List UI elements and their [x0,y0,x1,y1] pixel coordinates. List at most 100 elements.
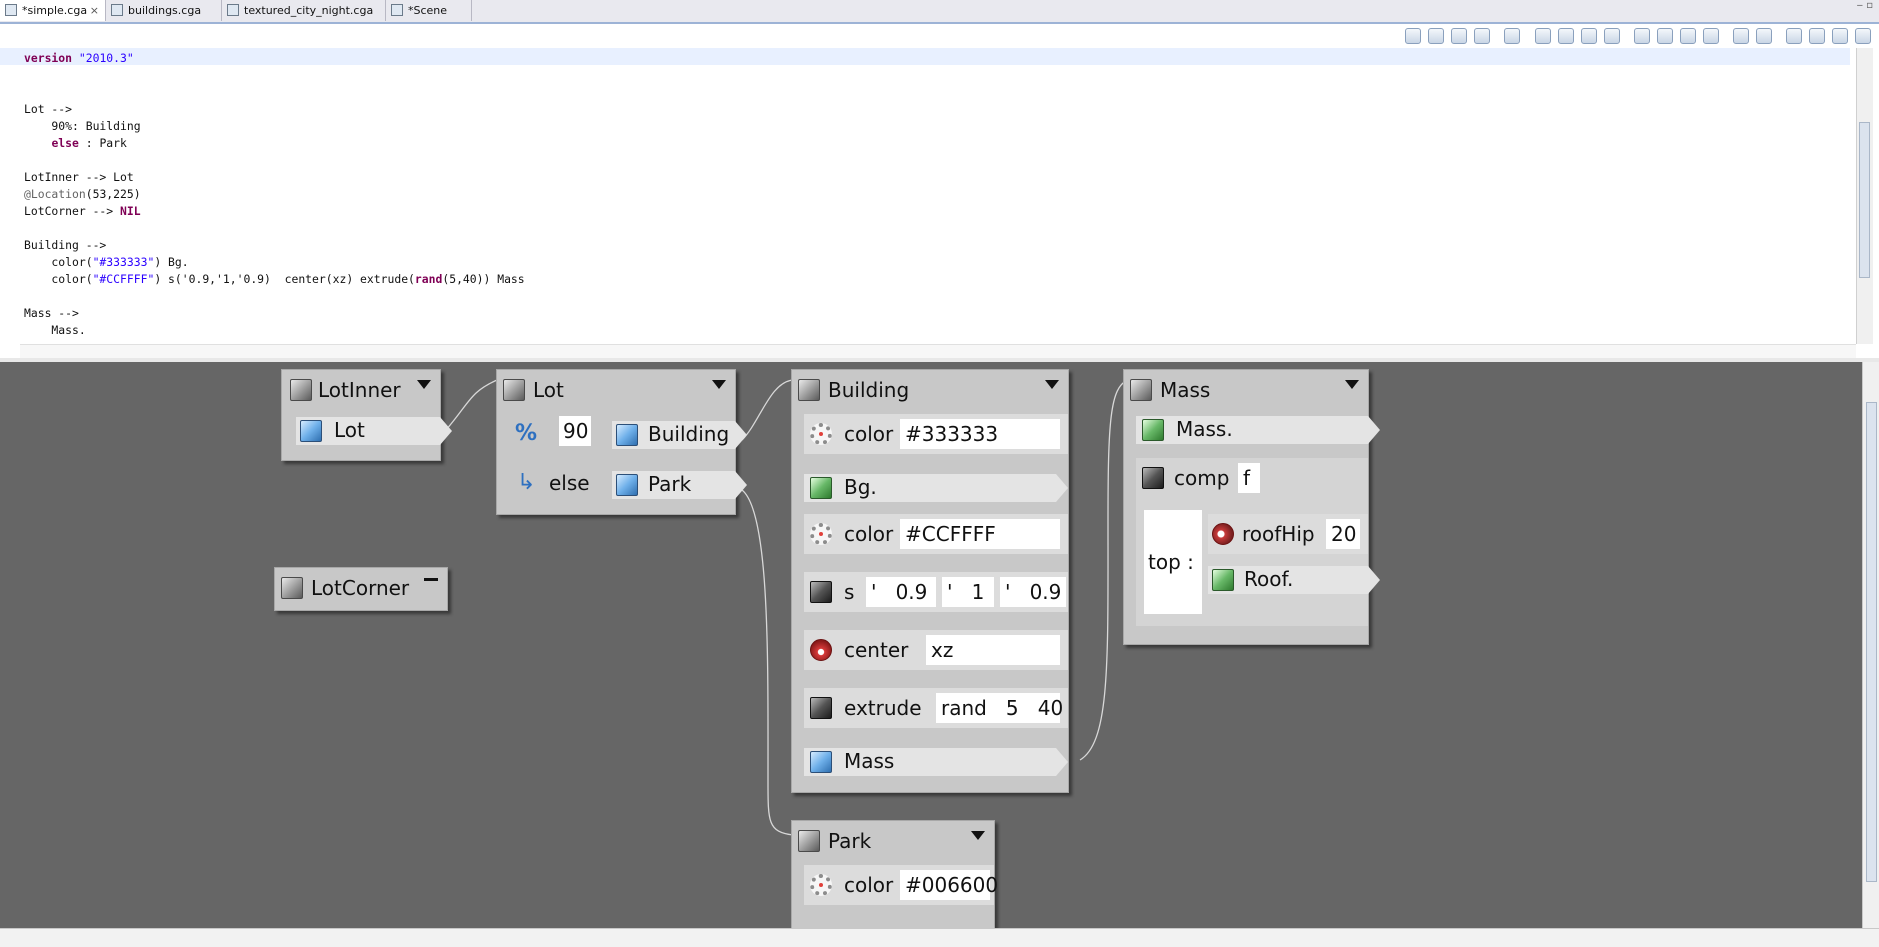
rule-graph-canvas[interactable]: LotInner Lot LotCorner Lot % 90 Building… [0,362,1862,928]
arrange-icon[interactable] [1634,28,1650,44]
operation-color-row[interactable]: color #333333 [804,414,1068,454]
color-gear-icon [810,523,832,545]
rule-node-lotcorner[interactable]: LotCorner [274,567,448,611]
scale-y-field[interactable]: ' 1 [942,577,994,607]
center-value-field[interactable]: xz [926,635,1060,665]
node-header[interactable]: Lot [497,370,735,410]
comp-operation-block[interactable]: comp f top : roofHip 20 Roof. [1136,458,1380,626]
successor-row[interactable]: Lot [296,417,452,445]
rule-node-building[interactable]: Building color #333333 Bg. color #CCFFFF… [791,369,1069,793]
outline-collapse-icon[interactable] [1451,28,1467,44]
color-value-field[interactable]: #006600 [900,870,998,900]
node-header[interactable]: Mass [1124,370,1368,410]
search-icon[interactable] [1604,28,1620,44]
operation-color-row[interactable]: color #CCFFFF [804,514,1068,554]
cga-file-icon [111,4,123,16]
operation-roofhip-row[interactable]: roofHip 20 [1208,514,1368,554]
wire-lotinner-lot [445,379,498,431]
canvas-vertical-scrollbar[interactable] [1862,362,1879,928]
scale-x-field[interactable]: ' 0.9 [866,577,936,607]
window-controls[interactable]: ‒ ▫ [1857,0,1873,11]
operation-center-row[interactable]: center xz [804,630,1068,670]
collapse-icon[interactable] [424,578,438,581]
rule-cube-icon [1142,419,1164,441]
rule-node-lot[interactable]: Lot % 90 Building ↳ else Park [496,369,747,515]
percent-value-field[interactable]: 90 [559,416,591,446]
rule-delete-icon[interactable] [1535,28,1551,44]
successor-roof-row[interactable]: Roof. [1208,566,1380,594]
tab-scene[interactable]: *Scene [386,0,472,21]
rule-node-mass[interactable]: Mass Mass. comp f top : roofHip 20 Roof. [1123,369,1380,645]
editor-horizontal-scrollbar[interactable] [20,344,1856,359]
successor-mass-row[interactable]: Mass. [1136,416,1380,444]
roofhip-value-field[interactable]: 20 [1326,519,1360,549]
operation-label: color [844,873,894,897]
tab-buildings-cga[interactable]: buildings.cga [106,0,222,21]
editor-toolbar [0,24,1879,48]
relative-quote: ' [871,580,877,604]
cga-text-editor[interactable]: version "2010.3" Lot --> 90%: Building e… [0,48,1862,344]
node-header[interactable]: LotInner [282,370,440,410]
link-icon[interactable] [1504,28,1520,44]
rule-cube-icon [798,379,820,401]
percent-successor-row[interactable]: Building [612,421,747,449]
outline-expand-icon[interactable] [1428,28,1444,44]
dropdown-arrow-icon[interactable] [1045,380,1059,389]
outline-icon[interactable] [1405,28,1421,44]
node-header[interactable]: Park [792,821,994,861]
roofhip-icon [1212,523,1234,545]
dropdown-arrow-icon[interactable] [1345,380,1359,389]
connect-icon[interactable] [1581,28,1597,44]
color-gear-icon [810,874,832,896]
scale-icon [810,581,832,603]
scrollbar-thumb[interactable] [1859,122,1870,278]
fit-icon[interactable] [1657,28,1673,44]
split-horizontal-icon[interactable] [1733,28,1749,44]
node-title: Mass [1160,378,1211,402]
scrollbar-thumb[interactable] [1866,402,1877,882]
dropdown-arrow-icon[interactable] [417,380,431,389]
node-header[interactable]: Building [792,370,1068,410]
successor-bg-row[interactable]: Bg. [804,474,1068,502]
comp-selector-field[interactable]: f [1238,463,1260,493]
rule-node-park[interactable]: Park color #006600 [791,820,998,928]
dropdown-arrow-icon[interactable] [712,380,726,389]
scale-z-field[interactable]: ' 0.9 [1000,577,1066,607]
operation-extrude-row[interactable]: extrude rand 5 40 [804,688,1068,728]
collapse-down-icon[interactable] [1786,28,1802,44]
tab-label: textured_city_night.cga [244,4,374,17]
layout-tree-icon[interactable] [1474,28,1490,44]
operation-color-row[interactable]: color #006600 [804,865,998,905]
filter-icon[interactable] [1832,28,1848,44]
rule-add-icon[interactable] [1558,28,1574,44]
operation-scale-row[interactable]: s ' 0.9 ' 1 ' 0.9 [804,572,1068,612]
canvas-horizontal-scrollbar[interactable] [0,928,1879,947]
node-title: Park [828,829,872,853]
color-value-field[interactable]: #333333 [900,419,1060,449]
successor-mass-row[interactable]: Mass [804,748,1068,776]
tab-textured-city-night[interactable]: textured_city_night.cga [222,0,386,21]
tab-simple-cga[interactable]: *simple.cga × [0,0,106,21]
sort-icon[interactable] [1855,28,1871,44]
dropdown-arrow-icon[interactable] [971,831,985,840]
extrude-icon [810,697,832,719]
close-tab-icon[interactable]: × [90,0,99,21]
else-successor-row[interactable]: Park [612,471,747,499]
rule-cube-icon [281,577,303,599]
split-vertical-icon[interactable] [1756,28,1772,44]
rule-node-lotinner[interactable]: LotInner Lot [281,369,452,461]
extrude-value-field[interactable]: rand 5 40 [936,693,1063,723]
operation-label: comp [1174,466,1230,490]
relative-quote: ' [947,580,953,604]
wire-lot-park [741,489,794,836]
operation-label: center [844,638,909,662]
zoom-out-icon[interactable] [1703,28,1719,44]
rule-cube-icon [798,830,820,852]
cga-code[interactable]: version "2010.3" Lot --> 90%: Building e… [24,50,525,339]
scale-y-value: 1 [971,580,985,604]
editor-vertical-scrollbar[interactable] [1856,48,1873,344]
operation-label: roofHip [1242,522,1315,546]
collapse-up-icon[interactable] [1809,28,1825,44]
color-value-field[interactable]: #CCFFFF [900,519,1060,549]
zoom-in-icon[interactable] [1680,28,1696,44]
